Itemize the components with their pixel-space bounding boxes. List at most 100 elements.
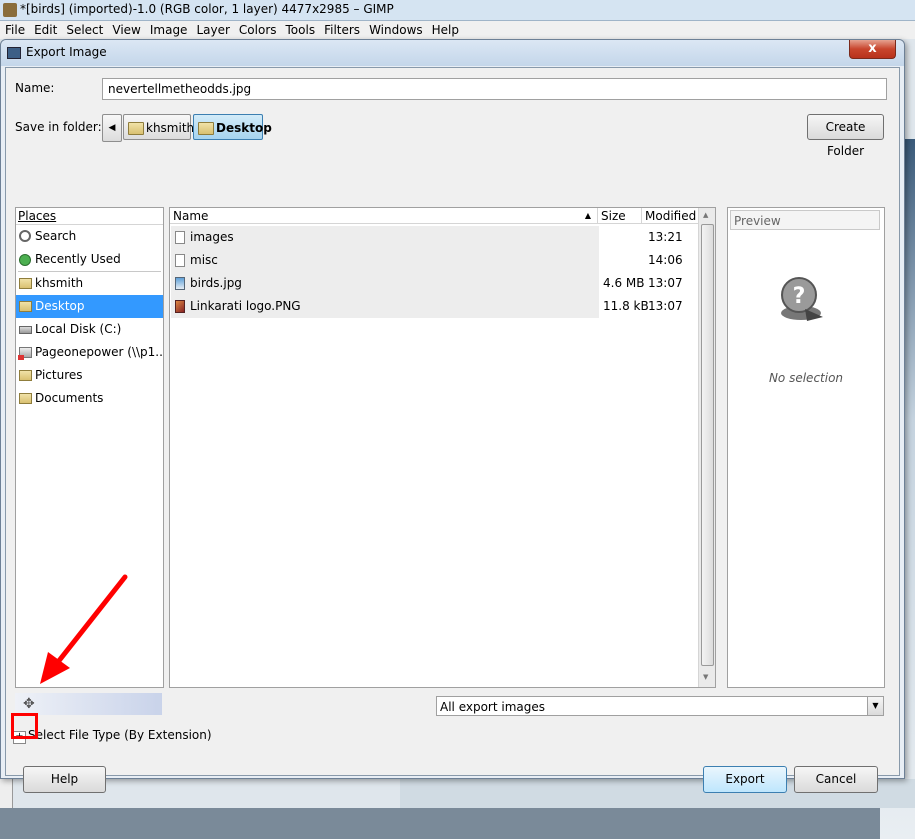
svg-text:?: ? (793, 284, 806, 309)
breadcrumb-back-button[interactable]: ◀ (102, 114, 122, 142)
place-khsmith[interactable]: khsmith (16, 272, 163, 295)
file-name: Linkarati logo.PNG (190, 299, 301, 313)
file-row[interactable]: misc 14:06 (171, 249, 698, 272)
gimp-window-title: *[birds] (imported)-1.0 (RGB color, 1 la… (20, 2, 394, 16)
menu-file[interactable]: File (0, 21, 29, 37)
folder-icon (19, 393, 32, 404)
folder-icon (198, 122, 214, 135)
menu-image[interactable]: Image (145, 21, 192, 37)
place-pictures[interactable]: Pictures (16, 364, 163, 387)
file-size (603, 249, 643, 272)
help-button[interactable]: Help (23, 766, 106, 793)
menu-select[interactable]: Select (61, 21, 107, 37)
menu-view[interactable]: View (107, 21, 144, 37)
place-label: Pictures (35, 368, 83, 382)
file-type-expander-label[interactable]: Select File Type (By Extension) (28, 728, 212, 742)
place-desktop[interactable]: Desktop (16, 295, 163, 318)
places-header[interactable]: Places (16, 208, 163, 225)
question-icon: ? (781, 277, 823, 321)
folder-icon (19, 370, 32, 381)
places-panel: Places Search Recently Used khsmith Desk… (15, 207, 164, 688)
file-row[interactable]: images 13:21 (171, 226, 698, 249)
file-modified: 13:07 (648, 276, 683, 290)
place-label: khsmith (35, 276, 84, 290)
place-documents[interactable]: Documents (16, 387, 163, 410)
name-label: Name: (15, 81, 55, 95)
column-name[interactable]: Name ▲ (170, 208, 598, 224)
folder-icon (128, 122, 144, 135)
file-name: misc (190, 253, 218, 267)
file-name: images (190, 230, 234, 244)
file-size: 4.6 MB (603, 276, 645, 290)
scroll-up-icon[interactable]: ▲ (703, 211, 708, 219)
place-network-drive[interactable]: Pageonepower (\\p1... (16, 341, 163, 364)
menu-layer[interactable]: Layer (191, 21, 233, 37)
filename-input[interactable]: nevertellmetheodds.jpg (102, 78, 887, 100)
folder-icon (19, 301, 32, 312)
file-size (603, 226, 643, 249)
file-modified: 14:06 (648, 253, 683, 267)
dialog-body: Name: nevertellmetheodds.jpg Save in fol… (5, 67, 900, 793)
export-button[interactable]: Export (703, 766, 787, 793)
file-filter-dropdown[interactable]: All export images ▼ (436, 696, 884, 716)
menu-edit[interactable]: Edit (29, 21, 61, 37)
file-modified: 13:21 (648, 230, 683, 244)
gimp-titlebar: *[birds] (imported)-1.0 (RGB color, 1 la… (0, 0, 915, 21)
network-drive-icon (18, 347, 32, 360)
preview-header: Preview (730, 210, 880, 230)
vertical-ruler (0, 778, 13, 808)
place-local-disk[interactable]: Local Disk (C:) (16, 318, 163, 341)
menu-filters[interactable]: Filters (319, 21, 364, 37)
add-bookmark-bar[interactable]: ✥ (15, 693, 162, 715)
place-search[interactable]: Search (16, 225, 163, 248)
place-label: Pageonepower (\\p1... (35, 345, 163, 359)
place-label: Documents (35, 391, 104, 405)
menu-windows[interactable]: Windows (364, 21, 427, 37)
file-row[interactable]: Linkarati logo.PNG 11.8 kB 13:07 (171, 295, 698, 318)
column-modified[interactable]: Modified (642, 208, 698, 224)
column-size[interactable]: Size (598, 208, 642, 224)
window-icon (7, 47, 21, 59)
file-name: birds.jpg (190, 276, 242, 290)
drive-icon (19, 326, 32, 334)
gimp-app-icon (3, 3, 17, 17)
breadcrumb-desktop[interactable]: Desktop (193, 114, 272, 140)
place-label: Desktop (35, 299, 85, 313)
close-button[interactable]: x (849, 40, 896, 59)
file-row[interactable]: birds.jpg 4.6 MB 13:07 (171, 272, 698, 295)
cancel-button[interactable]: Cancel (794, 766, 878, 793)
menu-colors[interactable]: Colors (234, 21, 281, 37)
create-folder-button[interactable]: Create Folder (807, 114, 884, 158)
filter-value: All export images (440, 700, 546, 714)
png-file-icon (175, 300, 185, 313)
dialog-titlebar[interactable]: Export Image x (1, 40, 904, 66)
file-list-scrollbar[interactable]: ▲ ▼ (698, 208, 715, 687)
folder-doc-icon (175, 254, 185, 267)
save-in-folder-label: Save in folder: (15, 120, 102, 134)
breadcrumb-label: khsmith (146, 121, 195, 135)
folder-icon (19, 278, 32, 289)
column-name-label: Name (173, 209, 209, 223)
place-label: Search (35, 229, 77, 243)
recently-used-icon (19, 254, 31, 266)
chevron-down-icon[interactable]: ▼ (867, 697, 883, 715)
annotation-highlight-box (11, 713, 38, 739)
preview-panel: Preview ? No selection (727, 207, 885, 688)
menu-help[interactable]: Help (427, 21, 463, 37)
export-image-dialog: Export Image x Name: nevertellmetheodds.… (0, 39, 905, 793)
sort-ascending-icon: ▲ (584, 211, 591, 220)
menu-tools[interactable]: Tools (281, 21, 320, 37)
scroll-down-icon[interactable]: ▼ (703, 673, 708, 681)
gimp-menubar: File Edit Select View Image Layer Colors Tools F… (0, 21, 915, 39)
no-selection-text: No selection (768, 371, 844, 385)
place-label: Recently Used (35, 252, 121, 266)
breadcrumb-khsmith[interactable]: khsmith (123, 114, 195, 140)
breadcrumb-label: Desktop (216, 121, 272, 135)
scrollbar-thumb[interactable] (701, 224, 714, 666)
add-bookmark-icon[interactable]: ✥ (23, 696, 35, 712)
dialog-title: Export Image (26, 45, 107, 59)
search-icon (19, 230, 31, 242)
place-recently-used[interactable]: Recently Used (16, 248, 163, 271)
place-label: Local Disk (C:) (35, 322, 122, 336)
file-size: 11.8 kB (603, 299, 649, 313)
